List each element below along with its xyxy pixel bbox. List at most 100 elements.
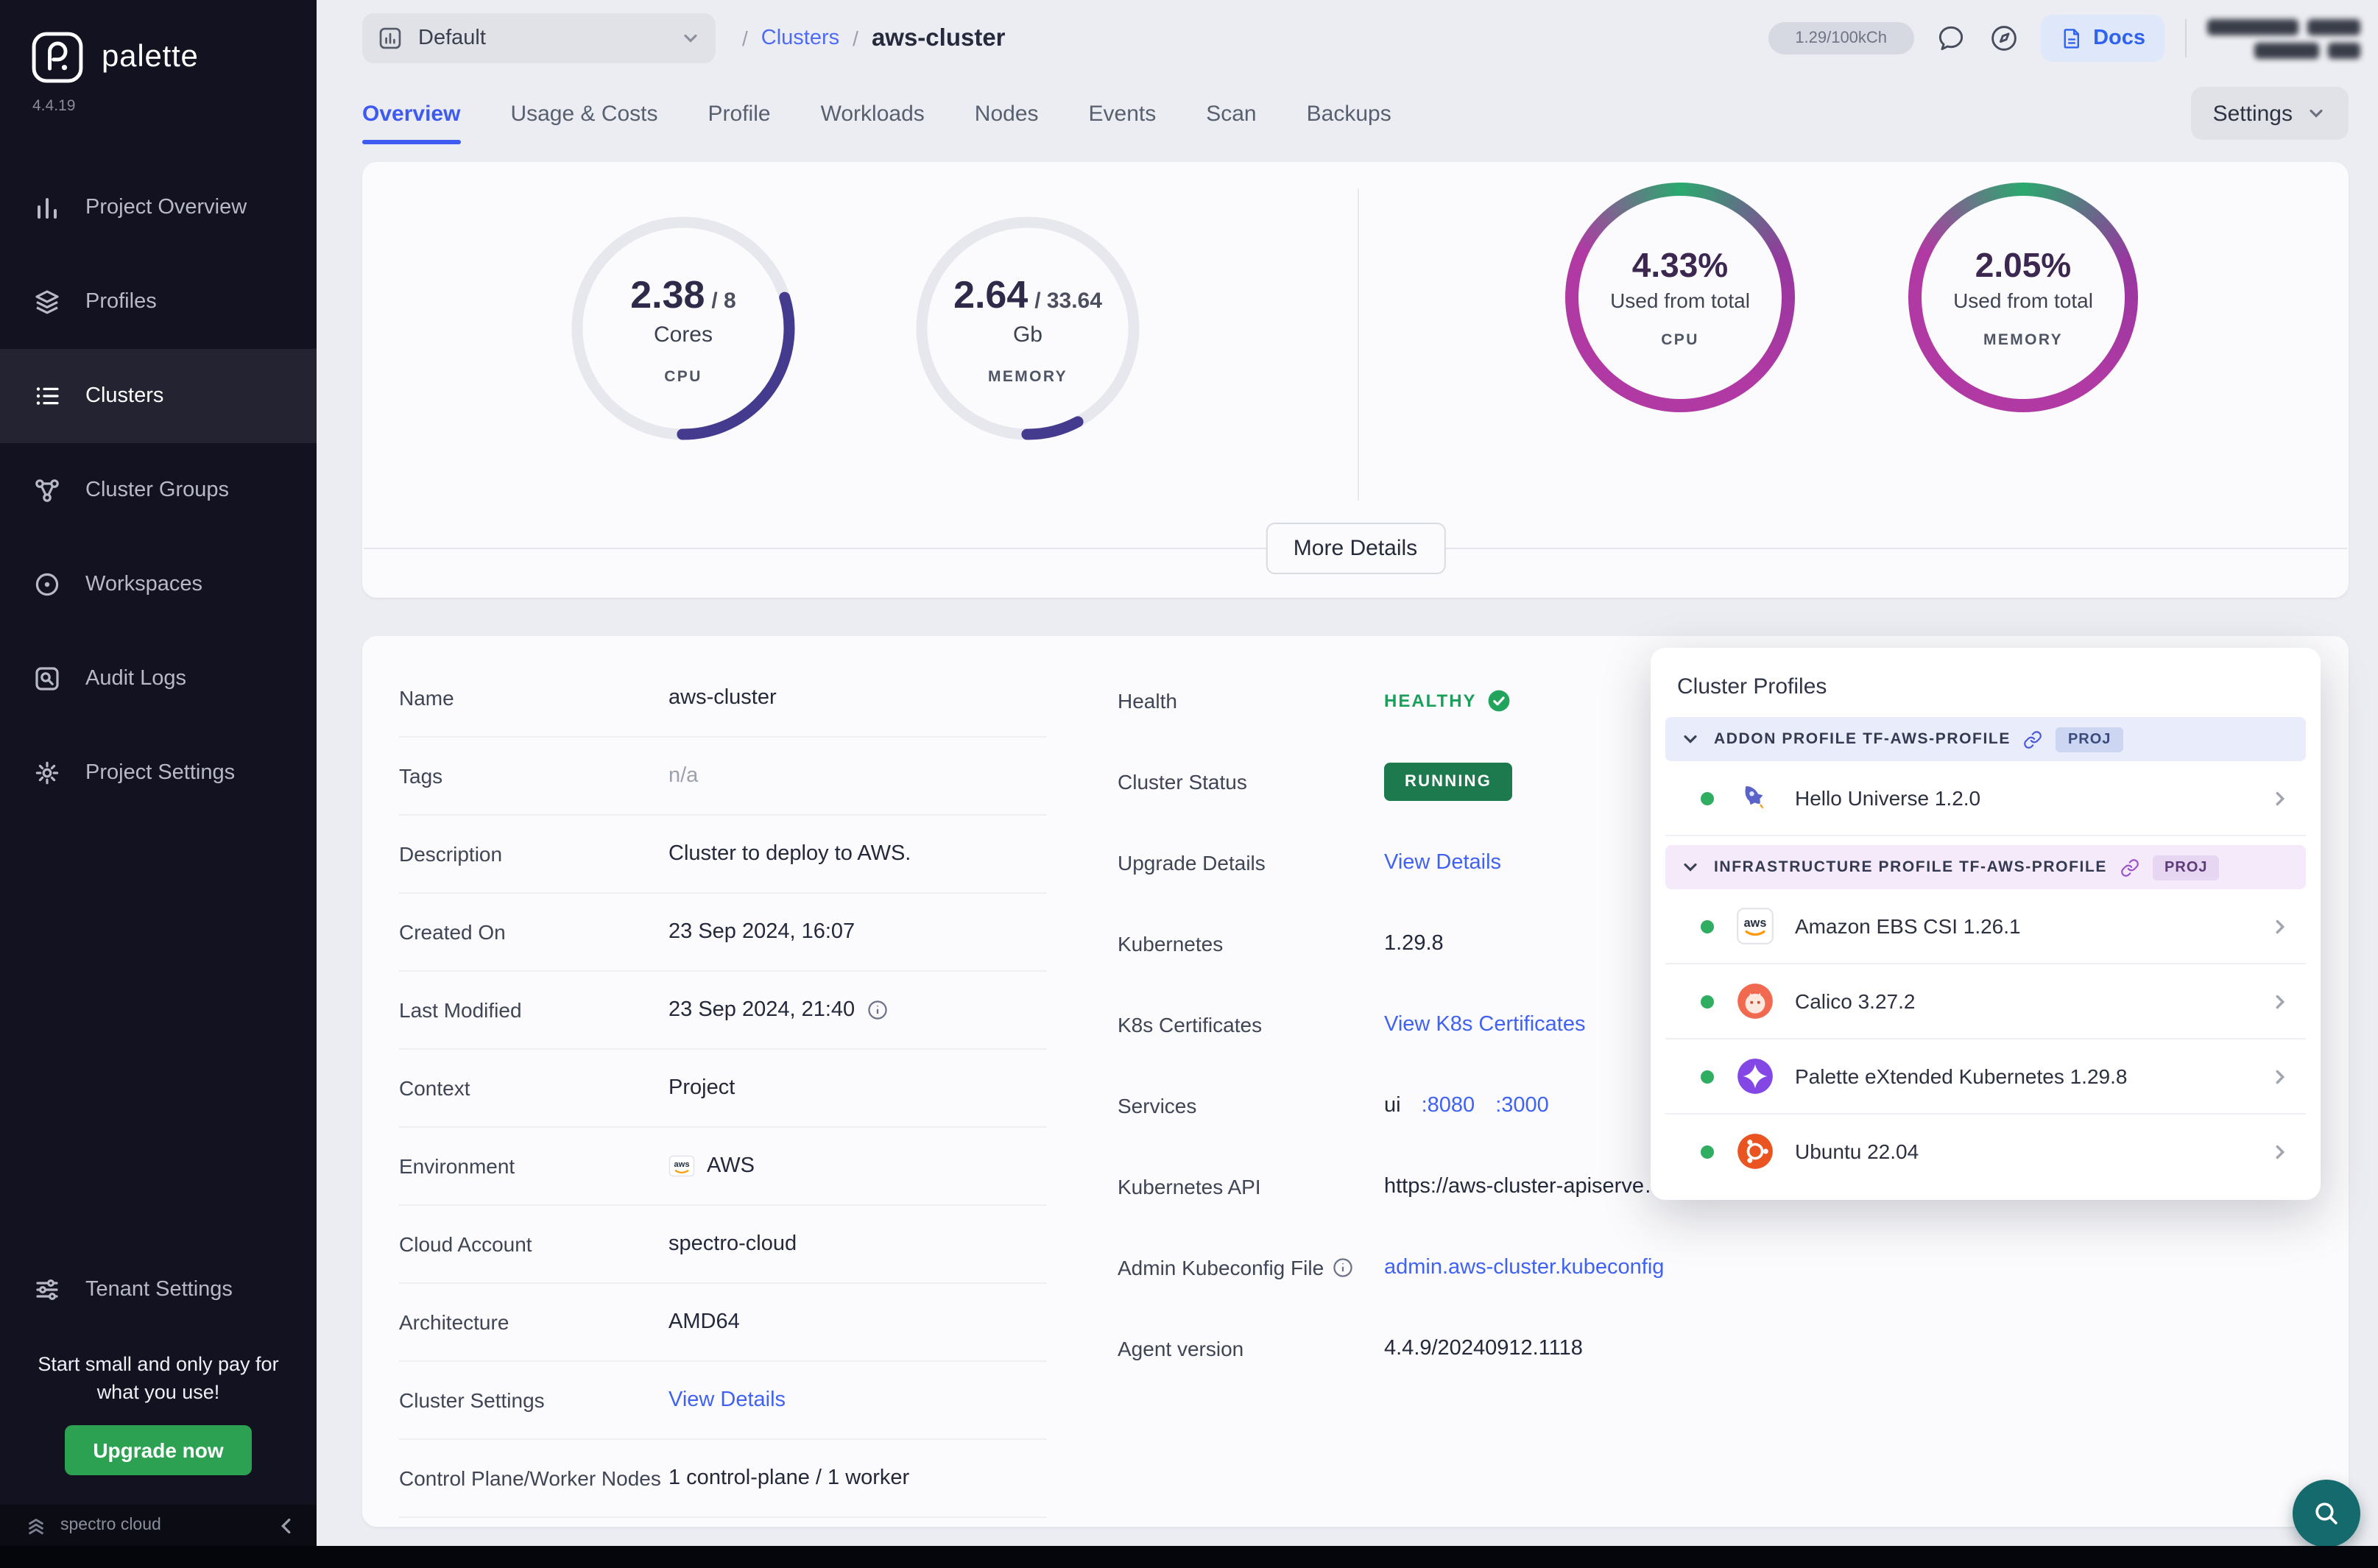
cluster-settings-view-details-link[interactable]: View Details xyxy=(668,1388,786,1412)
app-version: 4.4.19 xyxy=(32,97,317,115)
collapse-sidebar-button[interactable] xyxy=(274,1513,299,1538)
memory-percent-donut: 2.05% Used from total MEMORY xyxy=(1908,183,2138,412)
profile-item-amazon-ebs-csi[interactable]: aws Amazon EBS CSI 1.26.1 xyxy=(1665,889,2306,964)
detail-row-nodes: Control Plane/Worker Nodes 1 control-pla… xyxy=(399,1440,1047,1518)
tab-backups[interactable]: Backups xyxy=(1307,74,1391,153)
sidebar-item-cluster-groups[interactable]: Cluster Groups xyxy=(0,443,317,537)
breadcrumb-separator: / xyxy=(742,27,748,50)
project-selector-value: Default xyxy=(418,27,666,50)
metrics-card: 2.38 / 8 Cores CPU 2.64 / 33.64 Gb xyxy=(362,162,2349,598)
link-icon xyxy=(2120,858,2139,877)
palette-pack-icon xyxy=(1736,1057,1774,1095)
search-icon xyxy=(2310,1497,2343,1530)
nodes-icon xyxy=(32,476,62,505)
tab-workloads[interactable]: Workloads xyxy=(821,74,925,153)
project-selector[interactable]: Default xyxy=(362,13,716,63)
compass-icon xyxy=(1987,22,2019,54)
detail-row-last-modified: Last Modified 23 Sep 2024, 21:40 xyxy=(399,972,1047,1050)
divider xyxy=(2185,19,2187,57)
palette-logo: palette xyxy=(0,0,317,85)
sidebar-item-audit-logs[interactable]: Audit Logs xyxy=(0,632,317,726)
upgrade-promo-text: Start small and only pay for what you us… xyxy=(0,1350,317,1408)
breadcrumb-clusters-link[interactable]: Clusters xyxy=(761,27,839,50)
status-dot-green xyxy=(1701,919,1714,933)
info-icon[interactable] xyxy=(867,1000,887,1020)
tab-events[interactable]: Events xyxy=(1089,74,1157,153)
health-status: HEALTHY xyxy=(1384,690,1477,710)
cluster-tabs: Overview Usage & Costs Profile Workloads… xyxy=(317,74,2378,153)
sidebar-item-label: Profiles xyxy=(85,290,157,314)
sidebar-item-clusters[interactable]: Clusters xyxy=(0,349,317,443)
kubernetes-api-url: https://aws-cluster-apiserve… xyxy=(1384,1174,1665,1198)
sidebar-item-label: Workspaces xyxy=(85,573,202,596)
profile-item-palette-extended-kubernetes[interactable]: Palette eXtended Kubernetes 1.29.8 xyxy=(1665,1039,2306,1115)
settings-button[interactable]: Settings xyxy=(2191,87,2349,140)
docs-label: Docs xyxy=(2093,27,2145,50)
docs-button[interactable]: Docs xyxy=(2040,15,2164,62)
profile-item-hello-universe[interactable]: Hello Universe 1.2.0 xyxy=(1665,761,2306,836)
svg-text:aws: aws xyxy=(674,1160,689,1169)
gear-icon xyxy=(32,758,62,788)
service-port-link[interactable]: :8080 xyxy=(1422,1093,1475,1117)
scope-badge: PROJ xyxy=(2153,855,2219,880)
service-port-link[interactable]: :3000 xyxy=(1495,1093,1549,1117)
sidebar-footer: spectro cloud xyxy=(0,1505,317,1546)
breadcrumb-separator: / xyxy=(853,27,858,50)
service-name: ui xyxy=(1384,1093,1401,1117)
sidebar-item-profiles[interactable]: Profiles xyxy=(0,255,317,349)
cluster-profiles-panel: Cluster Profiles ADDON PROFILE TF-AWS-PR… xyxy=(1651,648,2321,1200)
brand-name: palette xyxy=(102,40,199,75)
tab-usage-costs[interactable]: Usage & Costs xyxy=(510,74,657,153)
upgrade-now-button[interactable]: Upgrade now xyxy=(65,1425,251,1475)
status-dot-green xyxy=(1701,791,1714,805)
view-k8s-certificates-link[interactable]: View K8s Certificates xyxy=(1384,1012,1585,1036)
aws-icon: aws xyxy=(1736,907,1774,945)
sidebar-item-workspaces[interactable]: Workspaces xyxy=(0,537,317,632)
user-menu[interactable] xyxy=(2207,18,2360,58)
detail-row-cluster-settings: Cluster Settings View Details xyxy=(399,1362,1047,1440)
profile-item-ubuntu[interactable]: Ubuntu 22.04 xyxy=(1665,1115,2306,1188)
chat-button[interactable] xyxy=(1934,22,1966,54)
upgrade-view-details-link[interactable]: View Details xyxy=(1384,850,1501,874)
chevron-down-icon xyxy=(1680,729,1701,749)
tab-scan[interactable]: Scan xyxy=(1206,74,1256,153)
sidebar-item-label: Clusters xyxy=(85,384,163,408)
spectro-cloud-logo xyxy=(24,1513,49,1538)
infrastructure-profile-header[interactable]: INFRASTRUCTURE PROFILE TF-AWS-PROFILE PR… xyxy=(1665,845,2306,889)
detail-row-admin-kubeconfig: Admin Kubeconfig File admin.aws-cluster.… xyxy=(1118,1226,1751,1307)
detail-row-description: Description Cluster to deploy to AWS. xyxy=(399,816,1047,894)
chevron-right-icon xyxy=(2269,990,2291,1012)
detail-row-name: Name aws-cluster xyxy=(399,660,1047,738)
cpu-percent-donut: 4.33% Used from total CPU xyxy=(1565,183,1795,412)
scope-badge: PROJ xyxy=(2056,727,2123,752)
sidebar-item-project-overview[interactable]: Project Overview xyxy=(0,160,317,255)
layers-icon xyxy=(32,287,62,317)
tab-nodes[interactable]: Nodes xyxy=(975,74,1039,153)
detail-row-cloud-account: Cloud Account spectro-cloud xyxy=(399,1206,1047,1284)
chevron-left-icon xyxy=(274,1513,299,1538)
sidebar-item-project-settings[interactable]: Project Settings xyxy=(0,726,317,820)
rocket-icon xyxy=(1736,779,1774,817)
audit-log-icon xyxy=(32,664,62,693)
sidebar: palette 4.4.19 Project Overview Profiles… xyxy=(0,0,317,1568)
tab-profile[interactable]: Profile xyxy=(708,74,771,153)
redacted-text xyxy=(2254,42,2319,58)
svg-text:aws: aws xyxy=(1744,917,1767,930)
help-button[interactable] xyxy=(1987,22,2019,54)
sidebar-item-tenant-settings[interactable]: Tenant Settings xyxy=(0,1253,317,1327)
target-icon xyxy=(32,570,62,599)
profile-item-calico[interactable]: Calico 3.27.2 xyxy=(1665,964,2306,1039)
kubeconfig-download-link[interactable]: admin.aws-cluster.kubeconfig xyxy=(1384,1255,1664,1279)
cpu-usage-gauge: 2.38 / 8 Cores CPU xyxy=(558,203,808,453)
calico-icon xyxy=(1736,982,1774,1020)
spectro-cloud-label: spectro cloud xyxy=(60,1516,161,1534)
floating-search-button[interactable] xyxy=(2293,1480,2360,1547)
tab-overview[interactable]: Overview xyxy=(362,74,460,153)
divider xyxy=(1358,188,1359,501)
info-icon[interactable] xyxy=(1333,1257,1353,1277)
bar-chart-icon xyxy=(32,193,62,222)
chevron-right-icon xyxy=(2269,915,2291,937)
more-details-button[interactable]: More Details xyxy=(1266,523,1445,574)
addon-profile-header[interactable]: ADDON PROFILE TF-AWS-PROFILE PROJ xyxy=(1665,717,2306,761)
sidebar-item-label: Tenant Settings xyxy=(85,1278,233,1302)
